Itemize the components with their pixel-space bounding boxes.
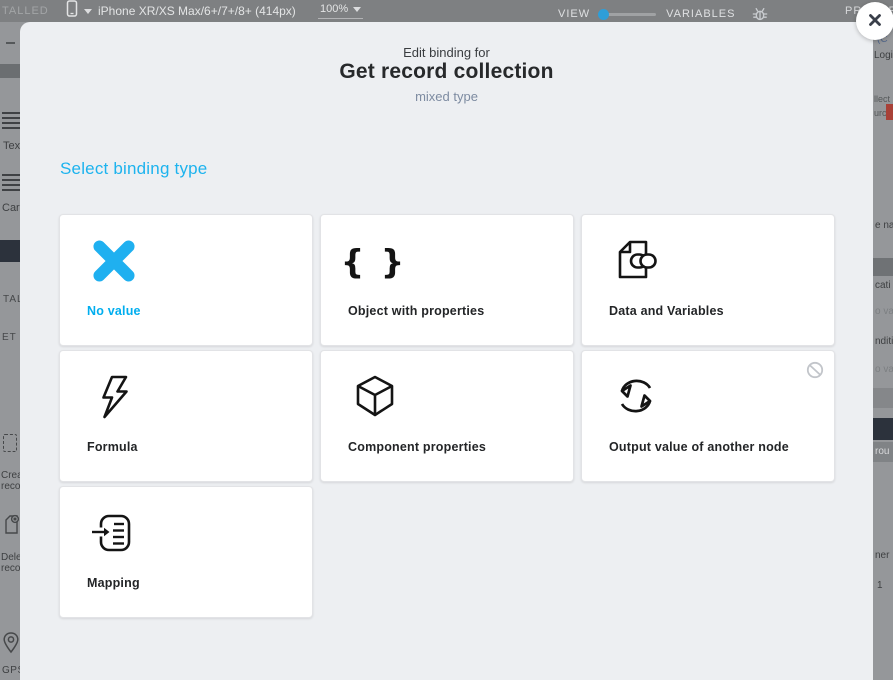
binding-card-label: Mapping	[87, 576, 140, 590]
toolbar-right-group: VIEW VARIABLES	[558, 5, 769, 23]
cycle-arrows-icon	[608, 369, 664, 425]
error-indicator-bar	[886, 104, 893, 120]
binding-card-formula[interactable]: Formula	[59, 350, 313, 482]
fragment-row	[873, 258, 893, 276]
dimmed-right-panel: (C Logi llect urce. e na cati o val ndit…	[873, 22, 893, 680]
mapping-icon	[86, 505, 142, 561]
binding-card-label: Data and Variables	[609, 304, 724, 318]
fragment-logi: Logi	[874, 50, 893, 61]
zoom-selector[interactable]: 100%	[318, 3, 363, 19]
fragment-row	[0, 64, 20, 78]
fragment-one: 1	[877, 580, 883, 591]
binding-card-label: No value	[87, 304, 141, 318]
x-icon	[86, 233, 142, 289]
modal-subtitle: mixed type	[20, 89, 873, 104]
fragment-no-value-1: o val	[875, 306, 893, 317]
zoom-value: 100%	[320, 3, 348, 15]
dimmed-left-panel: Tex Card TAL ET Creat recor Delet recor …	[0, 22, 20, 680]
debug-bug-icon[interactable]	[751, 5, 769, 23]
lightning-icon	[86, 369, 142, 425]
device-name-label: iPhone XR/XS Max/6+/7+/8+ (414px)	[98, 4, 296, 18]
binding-card-mapping[interactable]: Mapping	[59, 486, 313, 618]
edit-binding-modal: Edit binding for Get record collection m…	[20, 22, 873, 680]
fragment-llect: llect	[874, 94, 890, 104]
braces-icon: { }	[347, 233, 403, 289]
create-record-label-1: Creat	[1, 470, 20, 481]
view-label: VIEW	[558, 8, 590, 20]
binding-card-data-and-variables[interactable]: Data and Variables	[581, 214, 835, 346]
modal-eyebrow: Edit binding for	[20, 45, 873, 60]
fragment-e-na: e na	[875, 220, 893, 231]
delete-record-label-2: recor	[1, 563, 20, 574]
delete-record-label-1: Delet	[1, 552, 20, 563]
fragment-dash	[6, 42, 15, 44]
modal-title: Get record collection	[20, 60, 873, 84]
fragment-ner: ner	[875, 550, 889, 561]
card-node-icon	[2, 174, 20, 191]
binding-card-label: Output value of another node	[609, 440, 789, 454]
view-variables-toggle[interactable]	[600, 13, 656, 16]
cube-icon	[347, 369, 403, 425]
chevron-down-icon	[84, 9, 92, 14]
not-available-icon	[806, 361, 824, 384]
close-icon	[867, 12, 883, 31]
fragment-rou: rou	[875, 446, 889, 457]
phone-icon	[66, 0, 78, 22]
binding-card-label: Component properties	[348, 440, 486, 454]
fragment-row	[873, 388, 893, 408]
toolbar-clipped-left-label: TALLED	[2, 5, 49, 17]
document-link-icon	[608, 233, 664, 289]
device-toolbar: TALLED iPhone XR/XS Max/6+/7+/8+ (414px)…	[0, 0, 893, 22]
section-fragment-et: ET	[2, 332, 17, 343]
fragment-dark-row	[0, 240, 20, 262]
toggle-dot	[598, 9, 609, 20]
variables-label: VARIABLES	[666, 8, 735, 20]
binding-card-label: Formula	[87, 440, 138, 454]
binding-card-output-value-of-another-node[interactable]: Output value of another node	[581, 350, 835, 482]
binding-type-grid: No value { } Object with properties Data…	[59, 214, 835, 618]
create-record-label-2: recor	[1, 481, 20, 492]
binding-card-label: Object with properties	[348, 304, 484, 318]
section-heading: Select binding type	[60, 159, 207, 179]
fragment-dark-row	[873, 418, 893, 440]
close-button[interactable]	[856, 2, 893, 40]
fragment-nditi: nditi	[875, 336, 893, 347]
node-label-text: Tex	[3, 140, 20, 152]
delete-record-icon	[2, 514, 20, 541]
node-label-card: Card	[2, 202, 20, 214]
binding-card-object-with-properties[interactable]: { } Object with properties	[320, 214, 574, 346]
binding-card-component-properties[interactable]: Component properties	[320, 350, 574, 482]
section-fragment-tal: TAL	[3, 294, 20, 305]
device-selector[interactable]: iPhone XR/XS Max/6+/7+/8+ (414px)	[66, 1, 296, 21]
chevron-down-icon	[353, 7, 361, 12]
binding-card-no-value[interactable]: No value	[59, 214, 313, 346]
fragment-cati: cati	[875, 280, 891, 291]
text-node-icon	[2, 112, 20, 129]
fragment-no-value-2: o val	[875, 364, 893, 375]
gps-pin-icon	[3, 632, 19, 659]
gps-label: GPS	[2, 665, 20, 676]
create-record-icon	[3, 434, 17, 452]
